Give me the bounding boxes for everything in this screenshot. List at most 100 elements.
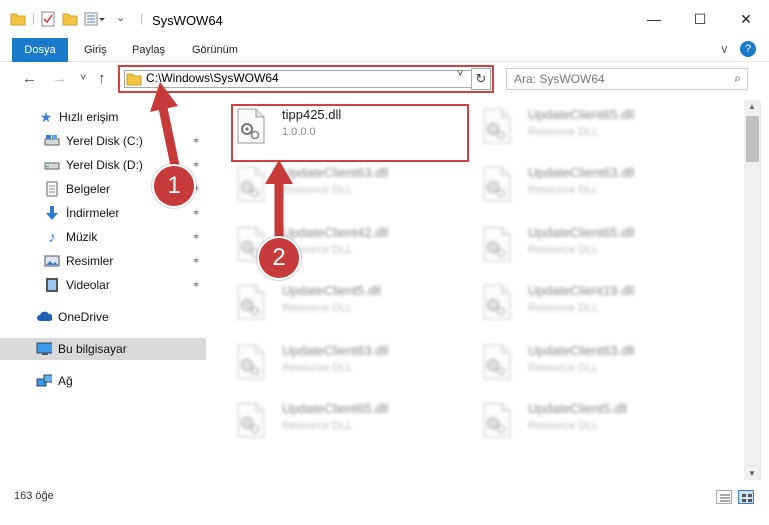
sidebar-item-label: Belgeler [66, 182, 111, 196]
cloud-icon [37, 311, 52, 321]
scroll-up-icon[interactable]: ▲ [748, 102, 756, 111]
customize-toolbar-icon[interactable] [84, 11, 106, 27]
sidebar-item-pictures[interactable]: Resimler ✶ [0, 250, 206, 272]
new-folder-icon[interactable] [62, 11, 78, 27]
separator: | [140, 11, 144, 25]
file-name: UpdateClient65.dll [282, 401, 389, 416]
file-item[interactable]: UpdateClient63.dll Resource DLL [232, 160, 462, 208]
file-description: Resource DLL [528, 302, 599, 314]
sidebar-item-videos[interactable]: Videolar ✶ [0, 274, 206, 296]
close-button[interactable]: ✕ [723, 0, 769, 38]
sidebar-item-label: Müzik [66, 230, 98, 244]
file-description: Resource DLL [528, 420, 599, 432]
forward-button[interactable]: → [52, 70, 67, 87]
file-item[interactable]: UpdateClient65.dll Resource DLL [232, 396, 462, 444]
dll-file-icon [483, 284, 511, 320]
file-name: UpdateClient63.dll [528, 343, 635, 358]
maximize-button[interactable]: ☐ [677, 0, 723, 38]
help-icon[interactable]: ? [740, 41, 756, 57]
file-item[interactable]: UpdateClient5.dll Resource DLL [232, 278, 462, 326]
maximize-icon: ☐ [693, 10, 707, 27]
file-description: Resource DLL [282, 420, 353, 432]
pin-icon[interactable]: ✶ [192, 232, 200, 243]
details-view-icon[interactable] [716, 490, 732, 504]
up-button[interactable]: ↑ [98, 70, 106, 87]
pin-icon[interactable]: ✶ [192, 160, 200, 171]
sidebar-item-music[interactable]: ♪ Müzik ✶ [0, 226, 206, 248]
scrollbar-thumb[interactable] [746, 116, 759, 162]
sidebar-item-network[interactable]: Ağ [0, 370, 206, 392]
file-name: UpdateClient63.dll [282, 165, 389, 180]
tab-giris[interactable]: Giriş [74, 38, 117, 62]
drive-icon [44, 135, 60, 146]
dll-file-icon [483, 344, 511, 380]
recent-locations-button[interactable]: ˅ [80, 72, 86, 84]
file-name: UpdateClient5.dll [528, 401, 628, 416]
file-description: Resource DLL [528, 362, 599, 374]
address-dropdown-icon[interactable]: ˅ [457, 68, 463, 80]
download-icon [46, 206, 58, 220]
file-item[interactable]: UpdateClient65.dll Resource DLL [478, 102, 708, 150]
sidebar-item-label: Yerel Disk (D:) [66, 158, 143, 172]
file-description: Resource DLL [528, 126, 599, 138]
pin-icon[interactable]: ✶ [192, 208, 200, 219]
large-icons-view-icon[interactable] [738, 490, 754, 504]
file-name: UpdateClient42.dll [282, 225, 389, 240]
sidebar-item-onedrive[interactable]: OneDrive [0, 306, 206, 328]
file-item[interactable]: UpdateClient63.dll Resource DLL [478, 160, 708, 208]
close-icon: ✕ [740, 10, 752, 27]
file-name: UpdateClient63.dll [282, 343, 389, 358]
refresh-button[interactable]: ↻ [471, 68, 491, 90]
dll-file-icon [237, 284, 265, 320]
sidebar-item-label: Hızlı erişim [59, 110, 119, 124]
minimize-icon: — [647, 11, 661, 27]
navigation-pane: ★ Hızlı erişim Yerel Disk (C:) ✶ Yerel D… [0, 100, 210, 480]
file-item[interactable]: UpdateClient19.dll Resource DLL [478, 278, 708, 326]
search-input[interactable]: Ara: SysWOW64 ⌕ [506, 68, 748, 90]
file-name: UpdateClient19.dll [528, 283, 635, 298]
folder-icon[interactable] [10, 11, 26, 27]
scroll-down-icon[interactable]: ▼ [748, 469, 756, 478]
item-count: 163 öğe [14, 490, 54, 502]
vertical-scrollbar[interactable]: ▲ ▼ [744, 100, 761, 480]
pin-icon[interactable]: ✶ [192, 256, 200, 267]
sidebar-item-label: Ağ [58, 374, 73, 388]
status-bar: 163 öğe [0, 480, 769, 525]
refresh-icon: ↻ [475, 71, 487, 86]
minimize-button[interactable]: — [631, 0, 677, 38]
drive-icon [44, 162, 60, 170]
ribbon-expand-icon[interactable]: ∨ [720, 42, 729, 56]
properties-icon[interactable] [40, 11, 56, 27]
file-description: Resource DLL [528, 244, 599, 256]
file-item[interactable]: UpdateClient63.dll Resource DLL [478, 338, 708, 386]
pictures-icon [44, 255, 60, 267]
computer-icon [36, 342, 52, 355]
sidebar-item-label: Resimler [66, 254, 114, 268]
star-icon: ★ [39, 108, 53, 125]
file-item[interactable]: UpdateClient65.dll Resource DLL [478, 220, 708, 268]
sidebar-item-local-disk-c[interactable]: Yerel Disk (C:) ✶ [0, 130, 206, 152]
search-icon[interactable]: ⌕ [734, 71, 741, 86]
sidebar-item-label: OneDrive [58, 310, 109, 324]
sidebar-item-label: Videolar [66, 278, 110, 292]
back-button[interactable]: ← [22, 70, 37, 87]
step-badge-1: 1 [152, 164, 196, 208]
address-path[interactable]: C:\Windows\SysWOW64 [146, 71, 279, 85]
document-icon [46, 181, 58, 197]
pin-icon[interactable]: ✶ [192, 280, 200, 291]
folder-icon [126, 73, 142, 86]
address-bar[interactable]: C:\Windows\SysWOW64 ˅ [118, 65, 494, 93]
video-icon [46, 278, 58, 292]
file-item[interactable]: UpdateClient63.dll Resource DLL [232, 338, 462, 386]
tab-paylas[interactable]: Paylaş [122, 38, 175, 62]
file-item[interactable]: UpdateClient5.dll Resource DLL [478, 396, 708, 444]
tab-gorunum[interactable]: Görünüm [182, 38, 248, 62]
pin-icon[interactable]: ✶ [192, 136, 200, 147]
window-title: SysWOW64 [152, 13, 223, 28]
sidebar-item-quick-access[interactable]: ★ Hızlı erişim [0, 106, 206, 128]
dll-file-icon [483, 226, 511, 262]
dll-file-icon [237, 166, 265, 202]
quick-access-dropdown-icon[interactable]: ⌄ [116, 11, 125, 27]
sidebar-item-this-pc[interactable]: Bu bilgisayar [0, 338, 206, 360]
dll-file-icon [483, 108, 511, 144]
